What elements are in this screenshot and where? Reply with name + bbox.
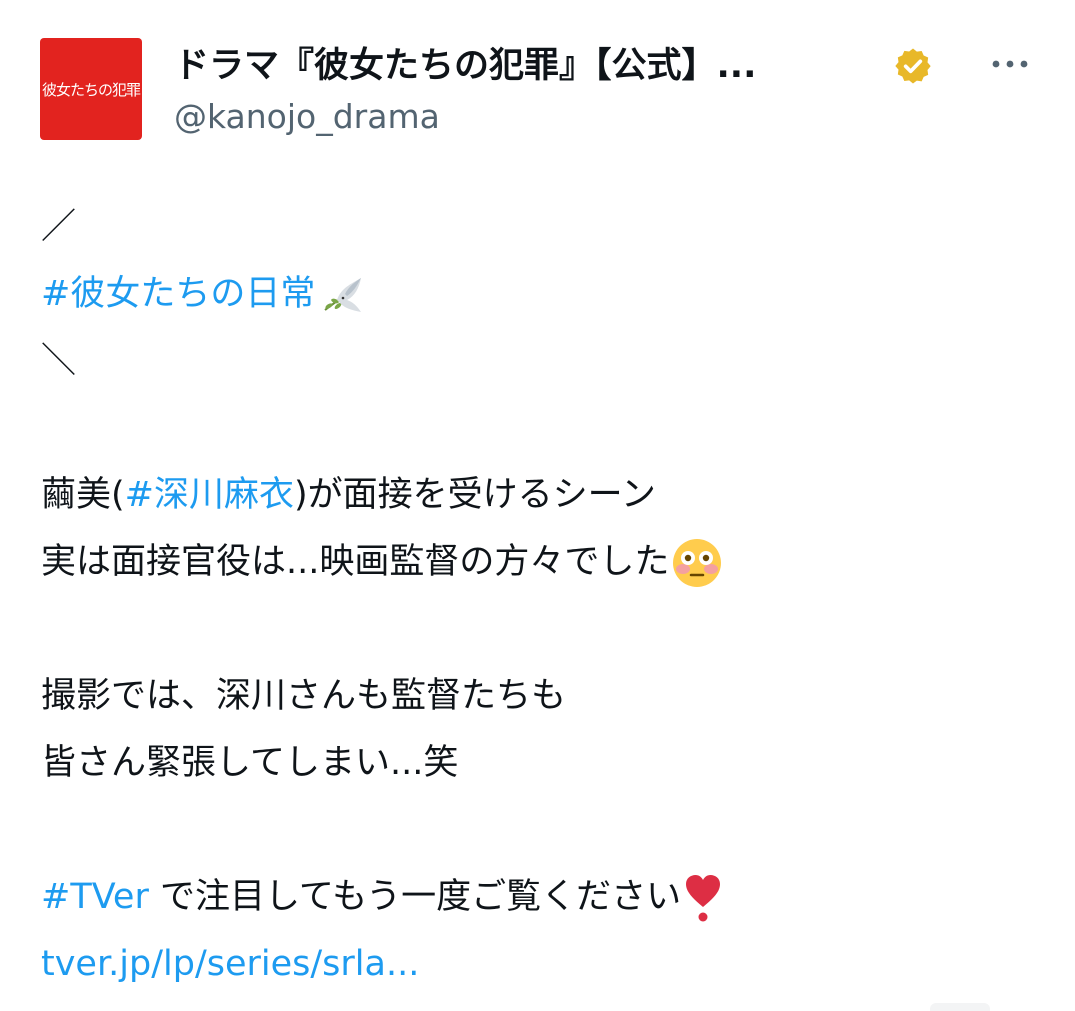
hashtag-actor-link[interactable]: #深川麻衣 xyxy=(125,462,294,529)
tver-url-link[interactable]: tver.jp/lp/series/srla... xyxy=(41,931,419,998)
tweet-line-hashtag-daily: #彼女たちの日常 xyxy=(41,261,1041,328)
verified-badge-icon[interactable] xyxy=(893,46,933,86)
more-dots-icon xyxy=(992,60,1028,68)
dove-icon xyxy=(324,277,362,312)
heart-exclamation-icon xyxy=(686,874,721,921)
tweet-line-link: tver.jp/lp/series/srla... xyxy=(41,931,1041,998)
tweet-line-2: 実は面接官役は...映画監督の方々でした xyxy=(41,529,1041,596)
slash-top: ／ xyxy=(41,207,77,247)
line3-text: 撮影では、深川さんも監督たちも xyxy=(41,676,567,716)
line1-prefix: 繭美( xyxy=(41,475,125,515)
tweet-line-5: #TVer で注目してもう一度ご覧ください xyxy=(41,864,1041,931)
avatar-logo-text: 彼女たちの犯罪 xyxy=(41,80,141,99)
flushed-face-icon xyxy=(673,538,722,587)
avatar[interactable]: 彼女たちの犯罪 xyxy=(40,38,142,140)
tweet-body: ／ #彼女たちの日常 ＼ 繭美(#深川麻衣)が面接を受けるシーン 実は面接官役は… xyxy=(41,194,1041,998)
tweet-header: 彼女たちの犯罪 ドラマ『彼女たちの犯罪』【公式】... @kanojo_dram… xyxy=(40,38,1040,140)
tweet-line-3: 撮影では、深川さんも監督たちも xyxy=(41,663,1041,730)
tweet-line-slash-bottom: ＼ xyxy=(41,328,1041,395)
tweet-line-4: 皆さん緊張してしまい...笑 xyxy=(41,730,1041,797)
hashtag-tver-link[interactable]: #TVer xyxy=(41,864,149,931)
account-handle[interactable]: @kanojo_drama xyxy=(174,96,440,138)
tweet-line-slash-top: ／ xyxy=(41,194,1041,261)
line5-suffix: で注目してもう一度ご覧ください xyxy=(148,877,682,917)
bottom-edge-element xyxy=(930,1003,990,1011)
hashtag-daily-link[interactable]: #彼女たちの日常 xyxy=(41,261,315,328)
line1-suffix: )が面接を受けるシーン xyxy=(293,475,656,515)
slash-bottom: ＼ xyxy=(41,341,77,381)
line2-text: 実は面接官役は...映画監督の方々でした xyxy=(41,542,670,582)
tweet-line-1: 繭美(#深川麻衣)が面接を受けるシーン xyxy=(41,462,1041,529)
display-name[interactable]: ドラマ『彼女たちの犯罪』【公式】... xyxy=(174,44,756,88)
line4-text: 皆さん緊張してしまい...笑 xyxy=(41,743,459,783)
more-options-button[interactable] xyxy=(988,44,1032,84)
